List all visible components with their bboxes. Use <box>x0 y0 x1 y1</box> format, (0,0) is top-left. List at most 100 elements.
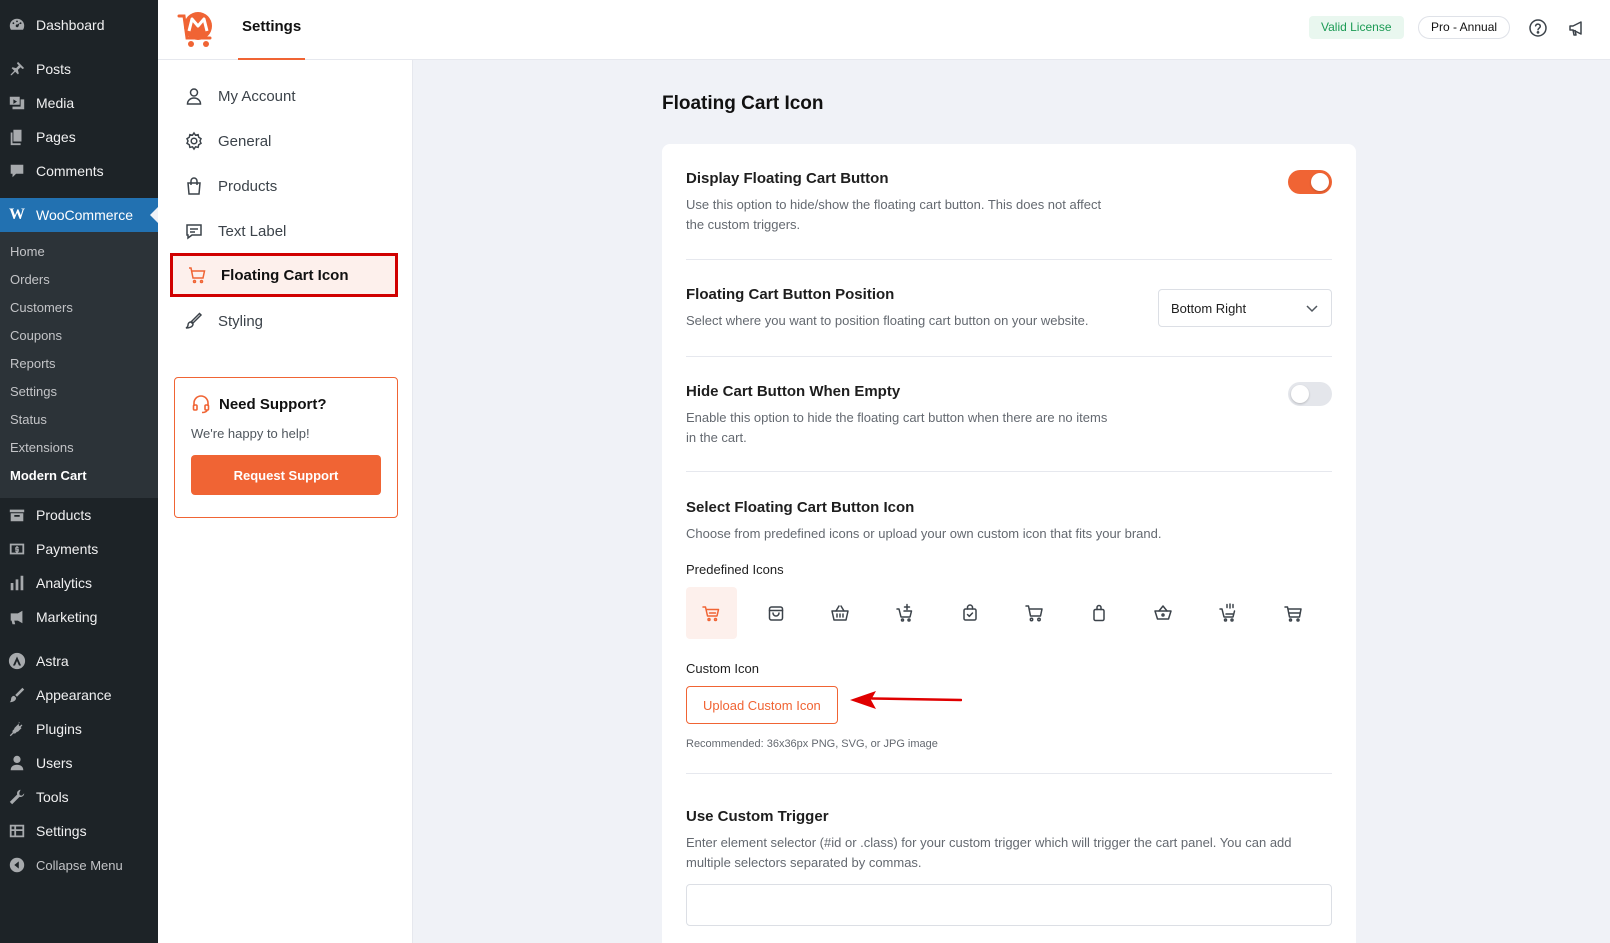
nav-label: Styling <box>218 312 264 330</box>
user-icon <box>186 88 202 105</box>
wp-menu-users[interactable]: Users <box>0 746 158 780</box>
shopping-bag-icon <box>187 177 201 195</box>
wp-menu-label: Products <box>36 507 92 523</box>
wp-menu-pages[interactable]: Pages <box>0 120 158 154</box>
wp-menu-label: Astra <box>36 653 69 669</box>
bag-icon <box>1093 604 1105 622</box>
toggle-knob <box>1291 385 1309 403</box>
predefined-icons-label: Predefined Icons <box>686 562 784 577</box>
basket-alt-icon <box>1154 605 1173 620</box>
comment-icon <box>8 162 26 180</box>
wp-menu-payments[interactable]: Payments <box>0 532 158 566</box>
divider <box>686 471 1332 472</box>
wp-menu-label: Marketing <box>36 609 98 625</box>
woo-submenu-coupons[interactable]: Coupons <box>0 322 158 350</box>
predefined-icon-option[interactable] <box>1009 587 1060 639</box>
cart-plus-icon <box>896 603 913 622</box>
nav-label: Floating Cart Icon <box>221 266 349 284</box>
nav-text-label[interactable]: Text Label <box>170 209 398 253</box>
wp-menu-analytics[interactable]: Analytics <box>0 566 158 600</box>
support-title: Need Support? <box>191 394 381 414</box>
nav-floating-cart-icon[interactable]: Floating Cart Icon <box>170 253 398 297</box>
section-description: Enter element selector (#id or .class) f… <box>686 835 1292 870</box>
wp-menu-label: Settings <box>36 823 87 839</box>
select-icon-section: Select Floating Cart Button Icon Choose … <box>686 499 1332 750</box>
woo-submenu-orders[interactable]: Orders <box>0 266 158 294</box>
wp-menu-label: Dashboard <box>36 17 105 33</box>
section-description: Use this option to hide/show the floatin… <box>686 197 1102 232</box>
pushpin-icon <box>8 60 26 78</box>
nav-products[interactable]: Products <box>170 164 398 208</box>
chevron-down-icon <box>1306 305 1318 313</box>
woo-submenu-extensions[interactable]: Extensions <box>0 434 158 462</box>
nav-my-account[interactable]: My Account <box>170 74 398 118</box>
woocommerce-submenu: Home Orders Customers Coupons Reports Se… <box>0 232 158 498</box>
woo-submenu-reports[interactable]: Reports <box>0 350 158 378</box>
wp-menu-label: Posts <box>36 61 72 77</box>
announcement-icon[interactable] <box>1567 18 1587 38</box>
wp-menu-posts[interactable]: Posts <box>0 52 158 86</box>
wp-menu-label: WooCommerce <box>36 207 133 223</box>
wp-menu-media[interactable]: Media <box>0 86 158 120</box>
divider <box>686 259 1332 260</box>
predefined-icon-option[interactable] <box>815 587 866 639</box>
request-support-button[interactable]: Request Support <box>191 455 381 495</box>
dashboard-icon <box>8 16 26 34</box>
cart-icon <box>702 606 720 622</box>
predefined-icon-option[interactable] <box>1203 587 1254 639</box>
wp-menu-comments[interactable]: Comments <box>0 154 158 188</box>
woo-submenu-customers[interactable]: Customers <box>0 294 158 322</box>
hide-when-empty-toggle[interactable] <box>1288 382 1332 406</box>
position-select[interactable]: Bottom Right <box>1158 289 1332 327</box>
wrench-icon <box>8 788 26 806</box>
nav-general[interactable]: General <box>170 119 398 163</box>
wp-menu-tools[interactable]: Tools <box>0 780 158 814</box>
support-card: Need Support? We're happy to help! Reque… <box>174 377 398 518</box>
woo-submenu-settings[interactable]: Settings <box>0 378 158 406</box>
help-icon[interactable] <box>1528 18 1548 38</box>
page-title: Floating Cart Icon <box>662 93 824 114</box>
wp-menu-dashboard[interactable]: Dashboard <box>0 8 158 42</box>
predefined-icon-option[interactable] <box>1267 587 1318 639</box>
predefined-icon-option[interactable] <box>944 587 995 639</box>
wp-menu-label: Analytics <box>36 575 93 591</box>
woo-submenu-status[interactable]: Status <box>0 406 158 434</box>
shopping-bag-icon <box>768 606 784 621</box>
predefined-icon-option[interactable] <box>686 587 737 639</box>
display-floating-cart-toggle[interactable] <box>1288 170 1332 194</box>
woo-submenu-modern-cart[interactable]: Modern Cart <box>0 462 158 490</box>
predefined-icon-option[interactable] <box>1138 587 1189 639</box>
wp-menu-label: Plugins <box>36 721 82 737</box>
upload-custom-icon-button[interactable]: Upload Custom Icon <box>686 686 838 724</box>
wp-menu-collapse[interactable]: Collapse Menu <box>0 848 158 882</box>
dollar-icon <box>8 540 26 558</box>
nav-styling[interactable]: Styling <box>170 299 398 343</box>
brush-icon <box>185 312 203 329</box>
bag-check-icon <box>962 604 977 621</box>
wp-menu-appearance[interactable]: Appearance <box>0 678 158 712</box>
nav-label: Products <box>218 177 278 195</box>
woo-submenu-home[interactable]: Home <box>0 238 158 266</box>
custom-trigger-input[interactable] <box>686 884 1332 926</box>
wp-menu-astra[interactable]: Astra <box>0 644 158 678</box>
settings-tab[interactable]: Settings <box>238 0 306 60</box>
wp-menu-label: Media <box>36 95 75 111</box>
plugin-topbar: Settings Valid License Pro - Annual <box>158 0 1610 60</box>
predefined-icon-option[interactable] <box>880 587 931 639</box>
nav-label: My Account <box>218 87 296 105</box>
wp-menu-woocommerce[interactable]: W WooCommerce <box>0 198 158 232</box>
wp-menu-marketing[interactable]: Marketing <box>0 600 158 634</box>
license-status-badge: Valid License <box>1309 16 1404 39</box>
wp-menu-plugins[interactable]: Plugins <box>0 712 158 746</box>
headset-icon <box>192 395 210 414</box>
wp-menu-settings[interactable]: Settings <box>0 814 158 848</box>
wp-menu-products[interactable]: Products <box>0 498 158 532</box>
cart-alt-icon <box>1025 605 1044 622</box>
custom-icon-label: Custom Icon <box>686 661 759 676</box>
wp-menu-label: Appearance <box>36 687 112 703</box>
predefined-icon-option[interactable] <box>751 587 802 639</box>
cart-flat-icon <box>1283 606 1302 622</box>
divider <box>686 773 1332 774</box>
predefined-icon-option[interactable] <box>1074 587 1125 639</box>
gear-icon <box>186 131 202 151</box>
